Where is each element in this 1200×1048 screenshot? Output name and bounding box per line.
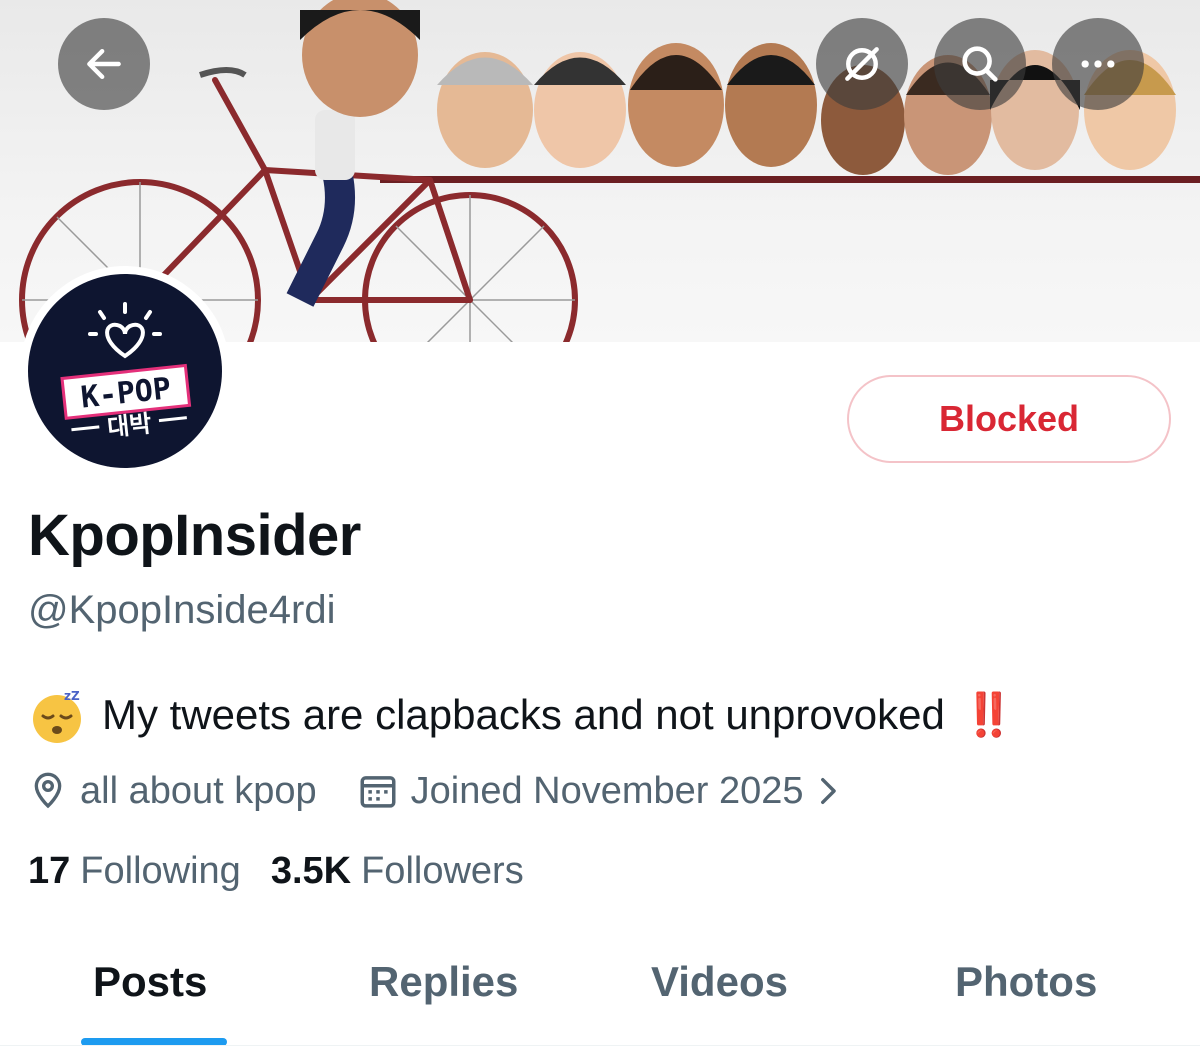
tab-posts[interactable]: Posts [93,958,207,1006]
arrow-left-icon [87,48,121,80]
following-count[interactable]: 17 [28,850,70,893]
grok-icon [845,47,879,81]
more-horizontal-icon [1081,60,1115,68]
blocked-button[interactable]: Blocked [847,375,1171,463]
svg-text:zZ: zZ [64,689,80,703]
calendar-icon [360,776,396,808]
chevron-right-icon [820,777,836,805]
avatar-logo: K-POP 대박 [28,274,222,468]
profile-bio: zZ My tweets are clapbacks and not unpro… [28,683,1015,747]
profile-meta: all about kpop Joined November 2025 [28,764,856,818]
grok-button[interactable] [816,18,908,110]
tabs-divider [0,1045,1200,1046]
kpop-logo: K-POP 대박 [60,302,192,442]
profile-avatar[interactable]: K-POP 대박 [20,266,230,476]
tab-videos[interactable]: Videos [651,958,788,1006]
bio-text: My tweets are clapbacks and not unprovok… [102,691,945,738]
followers-count[interactable]: 3.5K [271,850,351,893]
sleeping-face-icon: zZ [33,689,81,743]
display-name: KpopInsider [28,503,361,568]
location-pin-icon [34,772,62,809]
followers-label[interactable]: Followers [361,850,524,893]
location: all about kpop [28,770,317,813]
more-button[interactable] [1052,18,1144,110]
following-label[interactable]: Following [80,850,241,893]
user-handle: @KpopInside4rdi [28,588,336,632]
joined-date[interactable]: Joined November 2025 [357,770,856,813]
logo-bottom-text: 대박 [106,409,153,441]
search-icon [962,46,998,82]
double-exclamation-icon: ‼️ [962,690,1016,738]
profile-tabs: Posts Replies Videos Photos [0,940,1200,1048]
tab-replies[interactable]: Replies [369,958,518,1006]
back-button[interactable] [58,18,150,110]
location-text: all about kpop [80,769,317,812]
tab-photos[interactable]: Photos [955,958,1097,1006]
joined-text: Joined November 2025 [410,769,804,812]
search-button[interactable] [934,18,1026,110]
follow-counts: 17 Following 3.5K Followers [28,850,524,893]
